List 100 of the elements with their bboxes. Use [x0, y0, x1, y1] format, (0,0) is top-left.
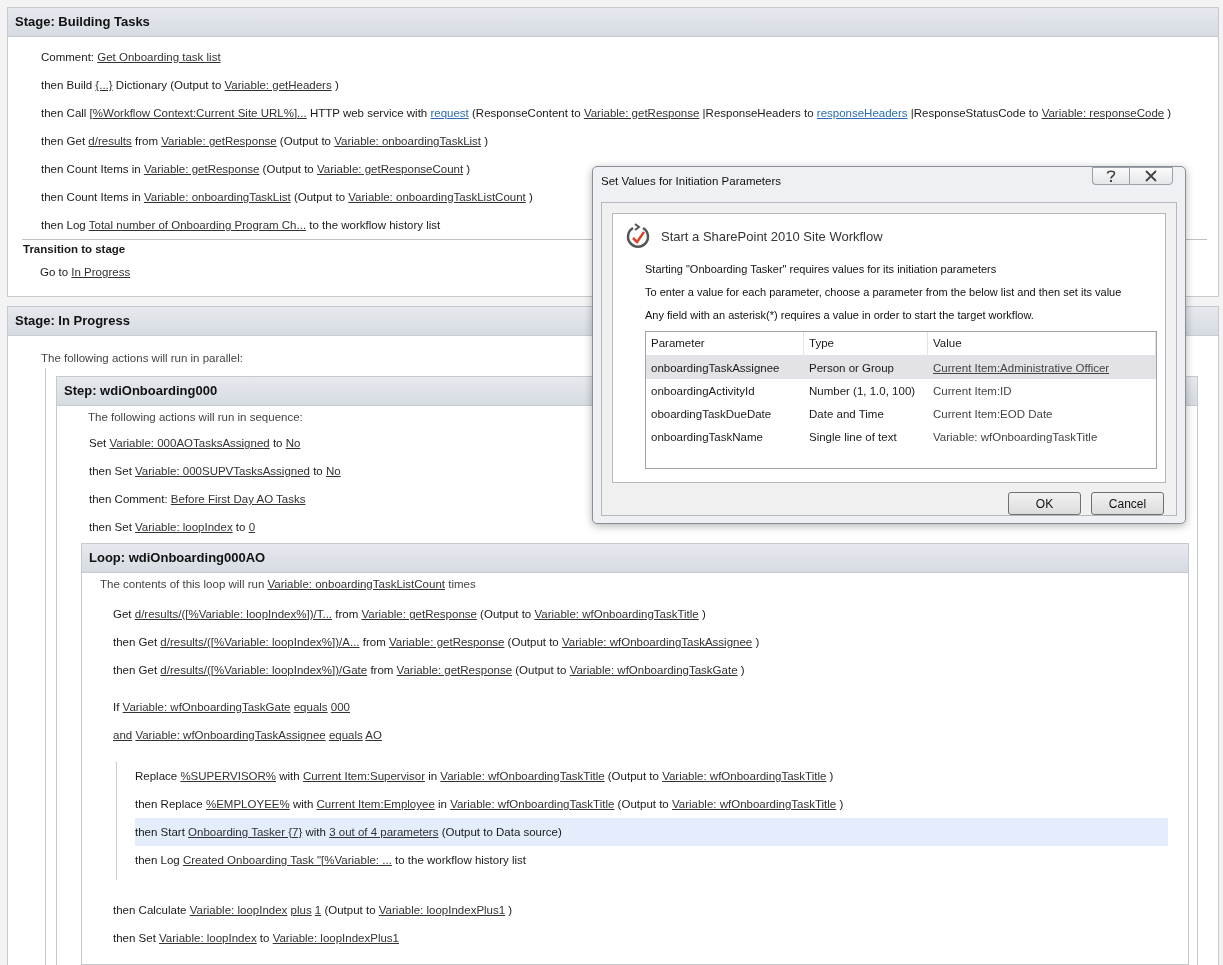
action-link[interactable]: Total number of Onboarding Program Ch...: [88, 219, 307, 231]
workflow-action: then Log Created Onboarding Task "[%Variable: ... to the workflow history list: [135, 853, 528, 868]
workflow-action: Comment: Get Onboarding task list: [41, 50, 222, 65]
table-cell-text: oboardingTaskDueDate: [650, 407, 773, 420]
parameter-row[interactable]: onboardingTaskAssignee Person or Group Current Item:Administrative Officer: [646, 356, 1156, 379]
action-link[interactable]: No: [325, 465, 341, 477]
action-link[interactable]: Variable: onboardingTaskList: [334, 135, 482, 147]
action-link[interactable]: Created Onboarding Task "[%Variable: ...: [182, 854, 392, 866]
action-link[interactable]: responseHeaders: [816, 107, 908, 119]
action-link[interactable]: Variable: wfOnboardingTaskAssignee: [135, 729, 326, 741]
action-link[interactable]: Variable: getResponse: [583, 107, 700, 119]
action-link[interactable]: equals: [328, 729, 363, 741]
action-link[interactable]: Variable: getResponseCount: [316, 163, 464, 175]
workflow-action: then Get d/results/([%Variable: loopIndex%])/Gate from Variable: getResponse (Output to Variable: wfOnboardingTaskGate ): [113, 663, 746, 678]
action-link[interactable]: Variable: loopIndex: [189, 904, 288, 916]
action-link[interactable]: 000: [330, 701, 350, 713]
action-link[interactable]: d/results/([%Variable: loopIndex%])/A...: [160, 636, 360, 648]
workflow-action: then Replace %EMPLOYEE% with Current Item:Employee in Variable: wfOnboardingTaskTitle (Output to Variable: wfOnboardingTaskTitle ): [135, 797, 845, 812]
action-link[interactable]: Variable: getResponse: [361, 608, 477, 620]
action-link[interactable]: Current Item:Employee: [316, 798, 435, 810]
action-link[interactable]: Variable: onboardingTaskListCount: [348, 191, 526, 203]
help-icon: [1105, 169, 1117, 183]
workflow-action: then Call [%Workflow Context:Current Site URL%]... HTTP web service with request (ResponseContent to Variable: getResponse |ResponseHeaders to responseHeaders |ResponseStatusCode to Variable: responseCode ): [41, 106, 1173, 121]
workflow-action: then Calculate Variable: loopIndex plus 1 (Output to Variable: loopIndexPlus1 ): [113, 903, 514, 918]
action-link[interactable]: No: [285, 437, 301, 449]
action-link[interactable]: Variable: getResponse: [388, 636, 505, 648]
dialog-message: Any field with an asterisk(*) requires a value in order to start the target workflow.: [645, 308, 1034, 323]
action-link[interactable]: Variable: getResponse: [143, 163, 260, 175]
action-link[interactable]: %EMPLOYEE%: [205, 798, 290, 810]
action-link[interactable]: Current Item:Supervisor: [302, 770, 425, 782]
help-button[interactable]: [1092, 167, 1129, 185]
parallel-note: The following actions will run in parallel:: [41, 351, 243, 366]
action-link[interactable]: Onboarding Tasker {7}: [188, 826, 303, 838]
column-header: Value: [928, 332, 1156, 355]
cancel-button[interactable]: Cancel: [1091, 492, 1164, 515]
action-link[interactable]: plus: [290, 904, 312, 916]
action-link[interactable]: Variable: onboardingTaskListCount: [267, 578, 445, 590]
action-link[interactable]: Variable: loopIndex: [135, 521, 233, 533]
sequence-note: The following actions will run in sequence:: [88, 410, 303, 425]
action-link[interactable]: In Progress: [71, 266, 131, 278]
action-link[interactable]: Variable: responseCode: [1041, 107, 1165, 119]
action-link[interactable]: AO: [365, 729, 382, 741]
action-link[interactable]: Variable: loopIndex: [159, 932, 257, 944]
action-link[interactable]: Variable: wfOnboardingTaskGate: [122, 701, 291, 713]
workflow-action: then Get d/results/([%Variable: loopIndex%])/A... from Variable: getResponse (Output to Variable: wfOnboardingTaskAssignee ): [113, 635, 761, 650]
action-link[interactable]: Variable: wfOnboardingTaskAssignee: [561, 636, 753, 648]
dialog-message: Starting "Onboarding Tasker" requires values for its initiation parameters: [645, 262, 997, 277]
table-cell-text: Current Item:ID: [932, 384, 1013, 397]
action-link[interactable]: request: [430, 107, 469, 119]
action-link[interactable]: Variable: wfOnboardingTaskTitle: [662, 770, 827, 782]
workflow-action: then Get d/results from Variable: getResponse (Output to Variable: onboardingTaskList ): [41, 134, 490, 149]
action-link[interactable]: Before First Day AO Tasks: [170, 493, 306, 505]
workflow-action: then Build {...} Dictionary (Output to Variable: getHeaders ): [41, 78, 340, 93]
action-link[interactable]: Variable: wfOnboardingTaskTitle: [450, 798, 615, 810]
column-header: Type: [804, 332, 928, 355]
action-link[interactable]: d/results/([%Variable: loopIndex%])/T...: [134, 608, 333, 620]
action-link[interactable]: Variable: wfOnboardingTaskTitle: [534, 608, 699, 620]
action-link[interactable]: equals: [293, 701, 328, 713]
action-link[interactable]: {...}: [95, 79, 113, 91]
action-link[interactable]: and: [113, 729, 133, 741]
action-link[interactable]: d/results/([%Variable: loopIndex%])/Gate: [160, 664, 368, 676]
table-cell-text: Variable: wfOnboardingTaskTitle: [932, 430, 1099, 443]
table-cell-text: onboardingActivityId: [650, 384, 756, 397]
action-link[interactable]: Variable: getResponse: [396, 664, 513, 676]
workflow-action: If Variable: wfOnboardingTaskGate equals 000: [113, 700, 351, 715]
action-link[interactable]: Variable: getHeaders: [224, 79, 332, 91]
action-link[interactable]: 3 out of 4 parameters: [329, 826, 439, 838]
close-button[interactable]: [1129, 167, 1173, 185]
table-cell-text: Current Item:EOD Date: [932, 407, 1054, 420]
action-link[interactable]: d/results: [88, 135, 132, 147]
action-link[interactable]: Variable: 000AOTasksAssigned: [109, 437, 270, 449]
loop-title: Loop: wdiOnboarding000AO: [82, 544, 1188, 573]
action-link[interactable]: Variable: wfOnboardingTaskTitle: [671, 798, 837, 810]
table-cell-text: onboardingTaskAssignee: [650, 361, 781, 374]
action-link[interactable]: Variable: wfOnboardingTaskTitle: [440, 770, 605, 782]
dialog-heading: Start a SharePoint 2010 Site Workflow: [661, 228, 883, 244]
table-cell-text: Current Item:Administrative Officer: [932, 361, 1111, 374]
stage-title: Stage: Building Tasks: [8, 8, 1218, 37]
action-link[interactable]: Variable: 000SUPVTasksAssigned: [135, 465, 310, 477]
action-link[interactable]: Variable: wfOnboardingTaskGate: [569, 664, 738, 676]
parameter-row[interactable]: onboardingActivityId Number (1, 1.0, 100) Current Item:ID: [646, 379, 1156, 402]
ok-button[interactable]: OK: [1008, 492, 1081, 515]
action-link[interactable]: Get Onboarding task list: [97, 51, 221, 63]
column-header: Parameter: [646, 332, 804, 355]
workflow-action: Replace %SUPERVISOR% with Current Item:Supervisor in Variable: wfOnboardingTaskTitle (Output to Variable: wfOnboardingTaskTitle ): [135, 769, 835, 784]
action-link[interactable]: Variable: getResponse: [161, 135, 277, 147]
workflow-action: then Start Onboarding Tasker {7} with 3 out of 4 parameters (Output to Data source): [135, 818, 1168, 846]
action-link[interactable]: [%Workflow Context:Current Site URL%]...: [89, 107, 307, 119]
action-link[interactable]: Variable: loopIndexPlus1: [378, 904, 506, 916]
workflow-icon: [625, 222, 651, 250]
action-link[interactable]: Variable: loopIndexPlus1: [272, 932, 399, 944]
action-link[interactable]: Variable: onboardingTaskList: [143, 191, 291, 203]
table-cell-text: onboardingTaskName: [650, 430, 764, 443]
dialog-title: Set Values for Initiation Parameters: [601, 175, 782, 187]
action-link[interactable]: 0: [248, 521, 256, 533]
action-link[interactable]: 1: [314, 904, 322, 916]
workflow-action: then Set Variable: loopIndex to Variable: loopIndexPlus1: [113, 931, 400, 946]
action-link[interactable]: %SUPERVISOR%: [180, 770, 277, 782]
parameter-row[interactable]: onboardingTaskName Single line of text Variable: wfOnboardingTaskTitle: [646, 425, 1156, 448]
table-cell-text: Date and Time: [808, 407, 885, 420]
